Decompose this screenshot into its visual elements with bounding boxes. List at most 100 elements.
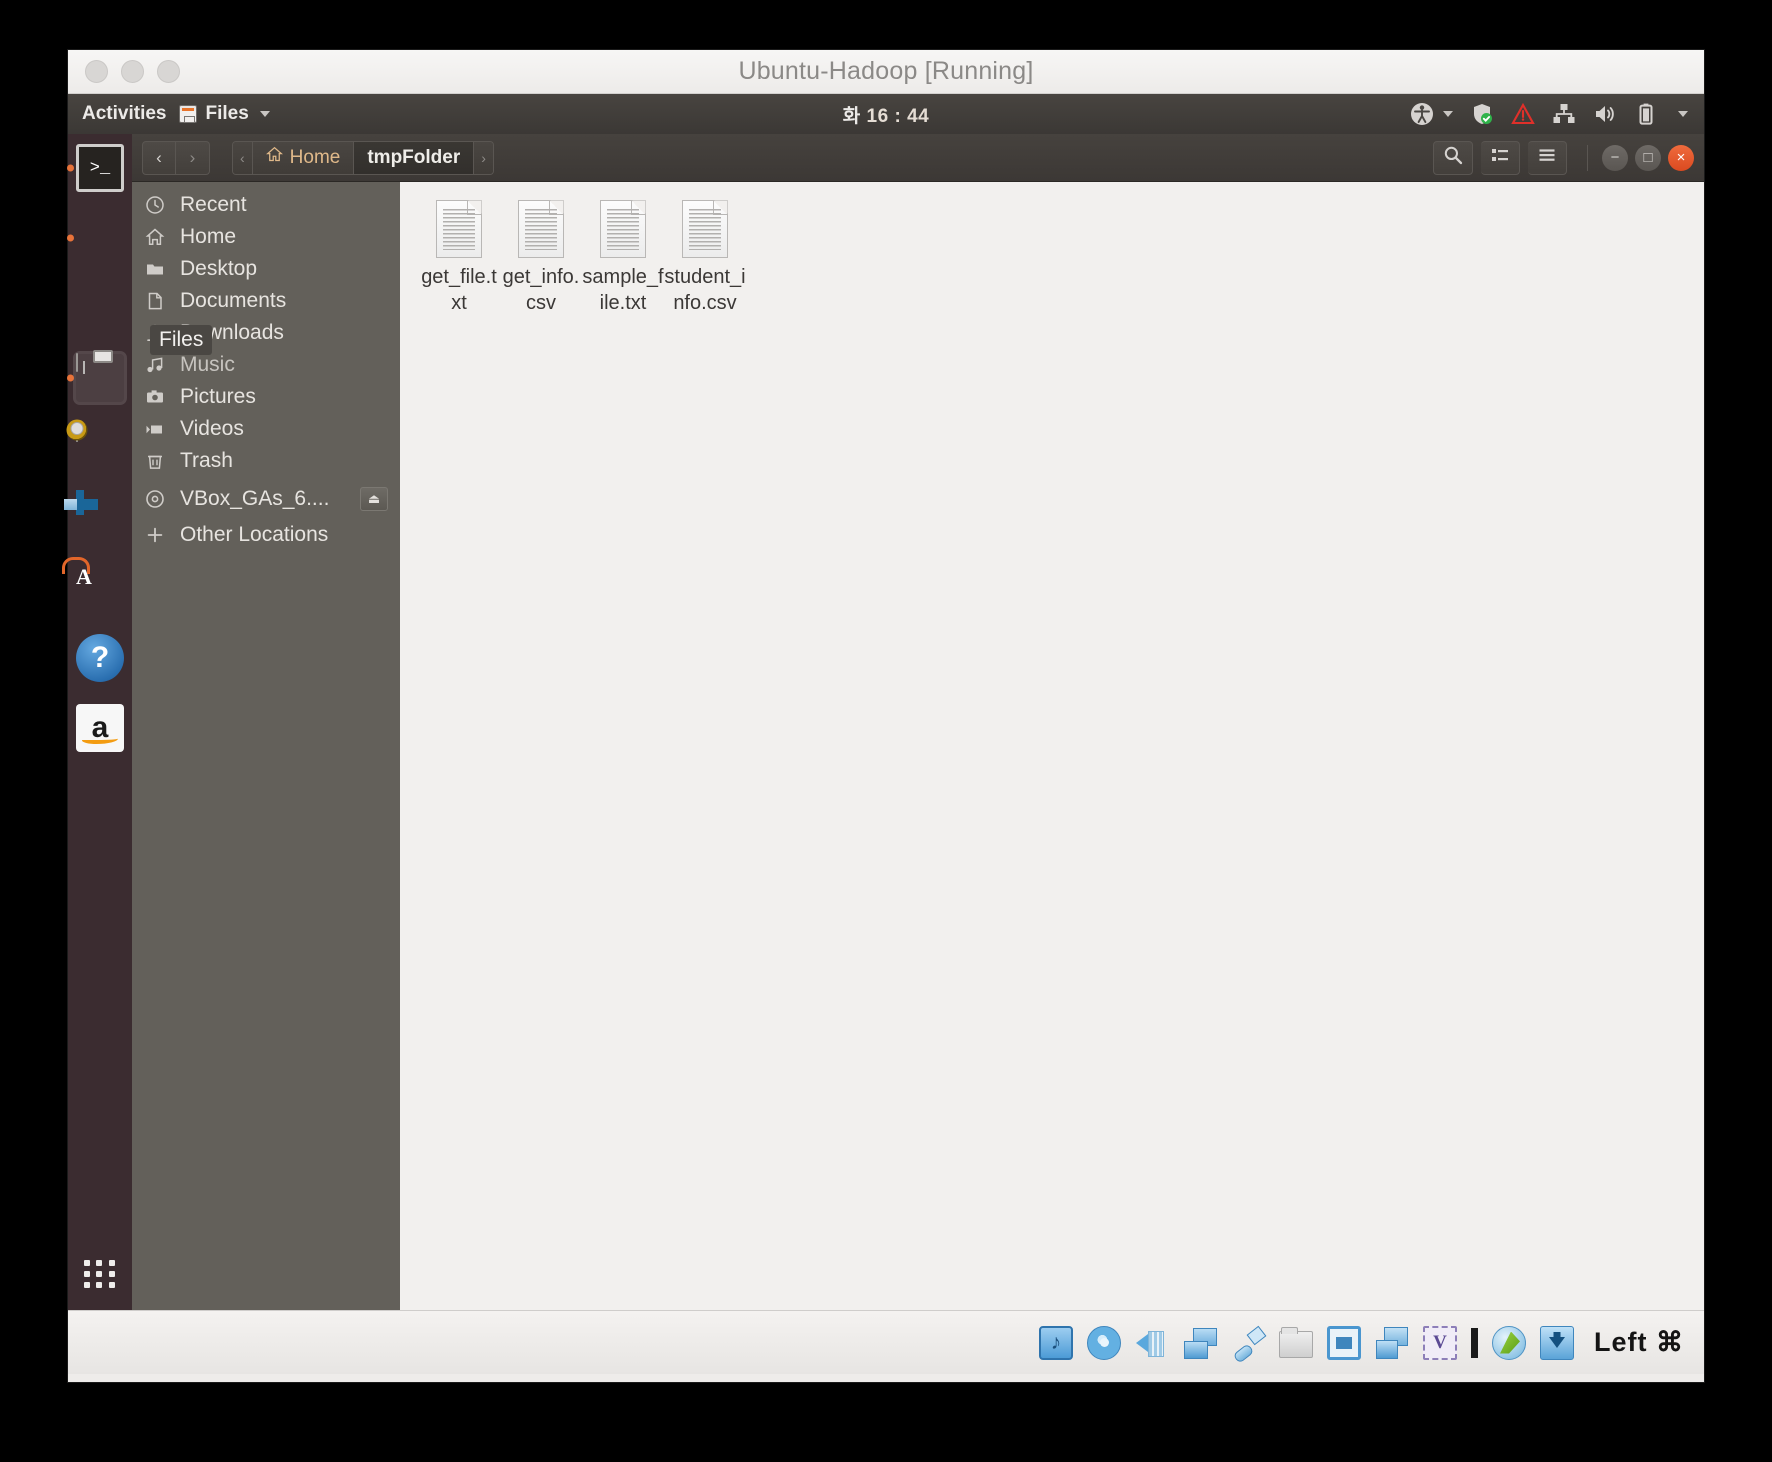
home-icon: [265, 146, 283, 169]
vbox-status-bar: ♪ V Left ⌘: [68, 1310, 1704, 1374]
sidebar-item-other-locations[interactable]: Other Locations: [132, 519, 400, 551]
sidebar-item-videos[interactable]: Videos: [132, 413, 400, 445]
sidebar-item-recent[interactable]: Recent: [132, 189, 400, 221]
sidebar-item-label: Documents: [180, 289, 287, 312]
amazon-icon: a: [76, 704, 124, 752]
vm-keyboard-icon[interactable]: V: [1423, 1325, 1457, 1360]
rhythmbox-icon: [76, 423, 78, 442]
screen-root: Ubuntu-Hadoop [Running] Activities Files…: [0, 0, 1772, 1462]
breadcrumb-scroll-left[interactable]: ‹: [233, 141, 253, 174]
sidebar-item-documents[interactable]: Documents: [132, 285, 400, 317]
dock-item-help[interactable]: ?: [76, 634, 124, 682]
text-cursor-icon: [1471, 1327, 1478, 1358]
file-name-label: get_file.txt: [421, 266, 497, 314]
hamburger-menu-icon: [1537, 145, 1557, 170]
show-applications-button[interactable]: [84, 1260, 116, 1288]
maximize-window-button[interactable]: □: [1635, 144, 1661, 171]
text-file-icon: [600, 200, 646, 258]
sidebar-item-label: Pictures: [180, 385, 256, 408]
audio-icon[interactable]: [1135, 1326, 1169, 1360]
ubuntu-launcher-dock: >_ ? a: [64, 134, 132, 1310]
sidebar-item-vbox-guest-additions[interactable]: VBox_GAs_6.... ⏏: [132, 483, 400, 515]
nautilus-window-controls: − □ ×: [1587, 144, 1694, 171]
help-icon: ?: [76, 634, 124, 682]
file-item[interactable]: get_info.csv: [500, 196, 582, 316]
document-icon: [144, 291, 166, 311]
window-title: Ubuntu-Hadoop [Running]: [738, 57, 1034, 85]
breadcrumb: ‹ Home tmpFolder ›: [232, 140, 494, 175]
optical-disc-icon: [144, 489, 166, 509]
file-grid: get_file.txt get_info.csv sample_file.tx…: [418, 196, 1704, 316]
dock-item-terminal[interactable]: >_: [67, 144, 124, 192]
sidebar-item-trash[interactable]: Trash: [132, 445, 400, 477]
running-indicator-icon: [67, 164, 74, 172]
panel-clock[interactable]: 화 16 : 44: [68, 101, 1704, 128]
sidebar-item-home[interactable]: Home: [132, 221, 400, 253]
dock-item-thunderbird[interactable]: [76, 284, 124, 332]
plus-icon: [144, 525, 166, 545]
text-file-icon: [436, 200, 482, 258]
file-name-label: student_info.csv: [664, 266, 746, 314]
forward-button[interactable]: ›: [176, 140, 210, 175]
files-icon: [76, 353, 78, 372]
folder-icon: [144, 259, 166, 279]
hard-disk-icon[interactable]: ♪: [1039, 1325, 1073, 1360]
sidebar-item-pictures[interactable]: Pictures: [132, 381, 400, 413]
breadcrumb-scroll-right[interactable]: ›: [474, 141, 493, 174]
virtualbox-window: Ubuntu-Hadoop [Running] Activities Files…: [64, 50, 1704, 1382]
dock-item-rhythmbox[interactable]: [76, 423, 124, 472]
dock-item-firefox[interactable]: [67, 214, 124, 262]
updates-icon[interactable]: [1540, 1325, 1574, 1360]
eject-button[interactable]: ⏏: [360, 487, 388, 511]
music-note-icon: [144, 355, 166, 375]
host-key-label: Left ⌘: [1594, 1327, 1684, 1357]
file-item[interactable]: sample_file.txt: [582, 196, 664, 316]
mouse-integration-icon[interactable]: [1492, 1325, 1526, 1360]
search-button[interactable]: [1433, 140, 1473, 175]
text-file-icon: [518, 200, 564, 258]
optical-disc-icon[interactable]: [1087, 1325, 1121, 1360]
video-icon: [144, 419, 166, 439]
headerbar-right-group: − □ ×: [1433, 140, 1694, 175]
sidebar-item-label: VBox_GAs_6....: [180, 487, 330, 510]
clock-day: 화: [842, 105, 861, 127]
main-menu-button[interactable]: [1528, 140, 1567, 175]
nautilus-window: ‹ › ‹ Home tmpFolder › − □ × Recent Home…: [132, 134, 1704, 1310]
view-options-button[interactable]: [1481, 140, 1520, 175]
breadcrumb-label: Home: [289, 146, 341, 168]
sidebar-item-label: Home: [180, 225, 237, 248]
minimize-window-button[interactable]: −: [1602, 144, 1628, 171]
back-button[interactable]: ‹: [142, 140, 176, 175]
file-item[interactable]: student_info.csv: [664, 196, 746, 316]
file-list-view[interactable]: get_file.txt get_info.csv sample_file.tx…: [400, 182, 1704, 1310]
sidebar-item-label: Videos: [180, 417, 244, 440]
dock-item-ubuntu-software[interactable]: [76, 564, 124, 612]
breadcrumb-item-home[interactable]: Home: [252, 141, 355, 174]
dock-item-files[interactable]: [67, 353, 124, 402]
libreoffice-icon: [64, 490, 84, 515]
file-name-label: get_info.csv: [502, 266, 580, 314]
breadcrumb-item-tmpfolder[interactable]: tmpFolder: [354, 141, 475, 174]
home-icon: [144, 227, 166, 247]
network-icon[interactable]: [1183, 1326, 1217, 1360]
dock-tooltip: Files: [150, 325, 213, 355]
sidebar-item-desktop[interactable]: Desktop: [132, 253, 400, 285]
sidebar-item-label: Music: [180, 353, 235, 376]
file-item[interactable]: get_file.txt: [418, 196, 500, 316]
dock-item-amazon[interactable]: a: [76, 704, 124, 752]
nautilus-headerbar: ‹ › ‹ Home tmpFolder › − □ ×: [132, 134, 1704, 182]
nav-button-group: ‹ ›: [142, 140, 210, 175]
close-window-button[interactable]: ×: [1668, 144, 1694, 171]
sidebar-item-label: Recent: [180, 193, 247, 216]
shared-folders-icon[interactable]: [1279, 1327, 1313, 1358]
gnome-top-panel: Activities Files 화 16 : 44: [68, 94, 1704, 134]
breadcrumb-label: tmpFolder: [367, 146, 461, 168]
sidebar-item-label: Trash: [180, 449, 233, 472]
clock-time: 16 : 44: [866, 105, 930, 127]
search-icon: [1443, 145, 1463, 170]
dock-item-libreoffice[interactable]: [64, 490, 124, 542]
display-icon[interactable]: [1327, 1325, 1361, 1360]
usb-icon[interactable]: [1231, 1326, 1265, 1360]
text-file-icon: [682, 200, 728, 258]
recording-icon[interactable]: [1375, 1326, 1409, 1360]
